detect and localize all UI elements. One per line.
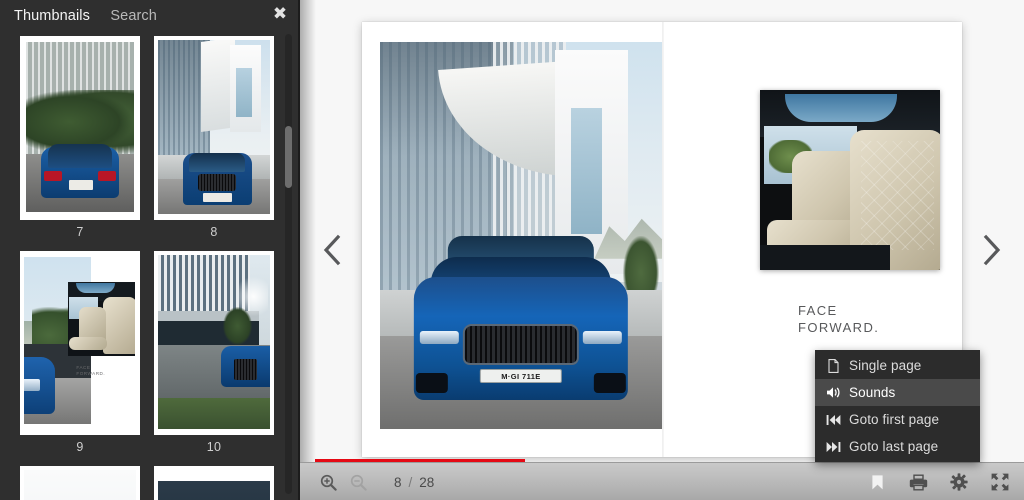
- interior-inset-photo: [760, 90, 940, 270]
- sidebar-scrollbar-thumb[interactable]: [285, 126, 292, 188]
- thumbnail-image-11[interactable]: [20, 466, 140, 500]
- thumbnail-image-9[interactable]: FACE FORWARD.: [20, 251, 140, 435]
- seat-quilting: [861, 140, 935, 251]
- settings-button[interactable]: [949, 472, 969, 492]
- tab-thumbnails[interactable]: Thumbnails: [14, 8, 90, 24]
- print-button[interactable]: [908, 472, 928, 492]
- thumbnail-caption: FACE FORWARD.: [76, 365, 106, 377]
- headlight-right: [583, 331, 622, 344]
- page-icon: [826, 358, 841, 373]
- thumbnail-label: 10: [206, 440, 222, 454]
- fullscreen-button[interactable]: [990, 472, 1010, 492]
- menu-label: Goto first page: [849, 412, 940, 427]
- toolbar-right-group: [867, 463, 1010, 500]
- next-page-arrow[interactable]: [970, 220, 1014, 280]
- center-console: [760, 244, 890, 270]
- page-indicator[interactable]: 8 / 28: [394, 475, 434, 490]
- fullscreen-icon: [991, 473, 1009, 491]
- context-menu[interactable]: Single page Sounds Goto first page Goto …: [815, 350, 980, 462]
- tab-search[interactable]: Search: [110, 8, 157, 24]
- menu-label: Single page: [849, 358, 922, 373]
- toolbar-left-group: 8 / 28: [318, 463, 434, 500]
- bottom-toolbar: 8 / 28: [300, 459, 1024, 500]
- bookmark-icon: [871, 474, 883, 489]
- sidebar-header: Thumbnails Search ✖: [0, 0, 300, 32]
- thumbnails-grid: 7 8 FACE FORWARD. 9 10: [0, 32, 280, 500]
- blue-car: M·GI 711E: [413, 236, 629, 413]
- page-viewer: M·GI 711E FACE FORWARD. Single page Soun…: [300, 0, 1024, 500]
- thumbnail-item[interactable]: 8: [154, 36, 274, 239]
- reading-progress-fill: [315, 459, 525, 462]
- thumbnail-label: 9: [76, 440, 84, 454]
- print-icon: [909, 474, 927, 490]
- sidebar-scrollbar-track[interactable]: [285, 34, 292, 494]
- thumbnail-image-10[interactable]: [154, 251, 274, 435]
- thumbnail-item[interactable]: FACE FORWARD. 9: [20, 251, 140, 454]
- license-plate: M·GI 711E: [480, 369, 562, 383]
- caption-line-1: FACE: [798, 303, 838, 318]
- skip-start-icon: [826, 412, 841, 427]
- air-intake-right: [593, 372, 627, 393]
- thumbnail-image-12[interactable]: [154, 466, 274, 500]
- gear-icon: [950, 473, 968, 491]
- main-car-photo: M·GI 711E: [380, 42, 662, 429]
- thumbnail-image-7[interactable]: [20, 36, 140, 220]
- current-page-number[interactable]: 8: [394, 475, 402, 490]
- total-page-count: 28: [419, 474, 435, 490]
- bookmark-button[interactable]: [867, 472, 887, 492]
- panoramic-sunroof: [785, 93, 897, 123]
- zoom-in-icon: [320, 474, 337, 491]
- close-sidebar-button[interactable]: ✖: [270, 4, 290, 24]
- thumbnail-item[interactable]: 11: [20, 466, 140, 500]
- kidney-grille: [465, 326, 577, 364]
- page-separator: /: [408, 474, 413, 490]
- zoom-out-button[interactable]: [348, 472, 368, 492]
- skip-end-icon: [826, 439, 841, 454]
- menu-item-goto-first-page[interactable]: Goto first page: [815, 406, 980, 433]
- thumbnails-sidebar: Thumbnails Search ✖ 7 8 FACE FORWARD. 9 …: [0, 0, 300, 500]
- flipbook-viewer-window: Thumbnails Search ✖ 7 8 FACE FORWARD. 9 …: [0, 0, 1024, 500]
- thumbnail-label: 7: [76, 225, 84, 239]
- thumbnails-scroll-area[interactable]: 7 8 FACE FORWARD. 9 10: [0, 32, 300, 500]
- car-body: M·GI 711E: [413, 277, 629, 400]
- thumbnail-item[interactable]: 10: [154, 251, 274, 454]
- thumbnail-label: 8: [210, 225, 218, 239]
- chevron-right-icon: [983, 234, 1001, 266]
- menu-item-sounds[interactable]: Sounds: [815, 379, 980, 406]
- page-caption: FACE FORWARD.: [798, 302, 879, 336]
- menu-label: Goto last page: [849, 439, 939, 454]
- menu-item-goto-last-page[interactable]: Goto last page: [815, 433, 980, 460]
- zoom-out-icon: [350, 474, 367, 491]
- previous-page-arrow[interactable]: [310, 220, 354, 280]
- headlight-left: [420, 331, 459, 344]
- speaker-icon: [826, 385, 841, 400]
- thumbnail-image-8[interactable]: [154, 36, 274, 220]
- thumbnail-item[interactable]: 12: [154, 466, 274, 500]
- caption-line-2: FORWARD.: [798, 320, 880, 335]
- menu-item-single-page[interactable]: Single page: [815, 352, 980, 379]
- air-intake-left: [415, 372, 449, 393]
- menu-label: Sounds: [849, 385, 896, 400]
- page-gutter: [662, 22, 664, 457]
- zoom-in-button[interactable]: [318, 472, 338, 492]
- chevron-left-icon: [323, 234, 341, 266]
- thumbnail-item[interactable]: 7: [20, 36, 140, 239]
